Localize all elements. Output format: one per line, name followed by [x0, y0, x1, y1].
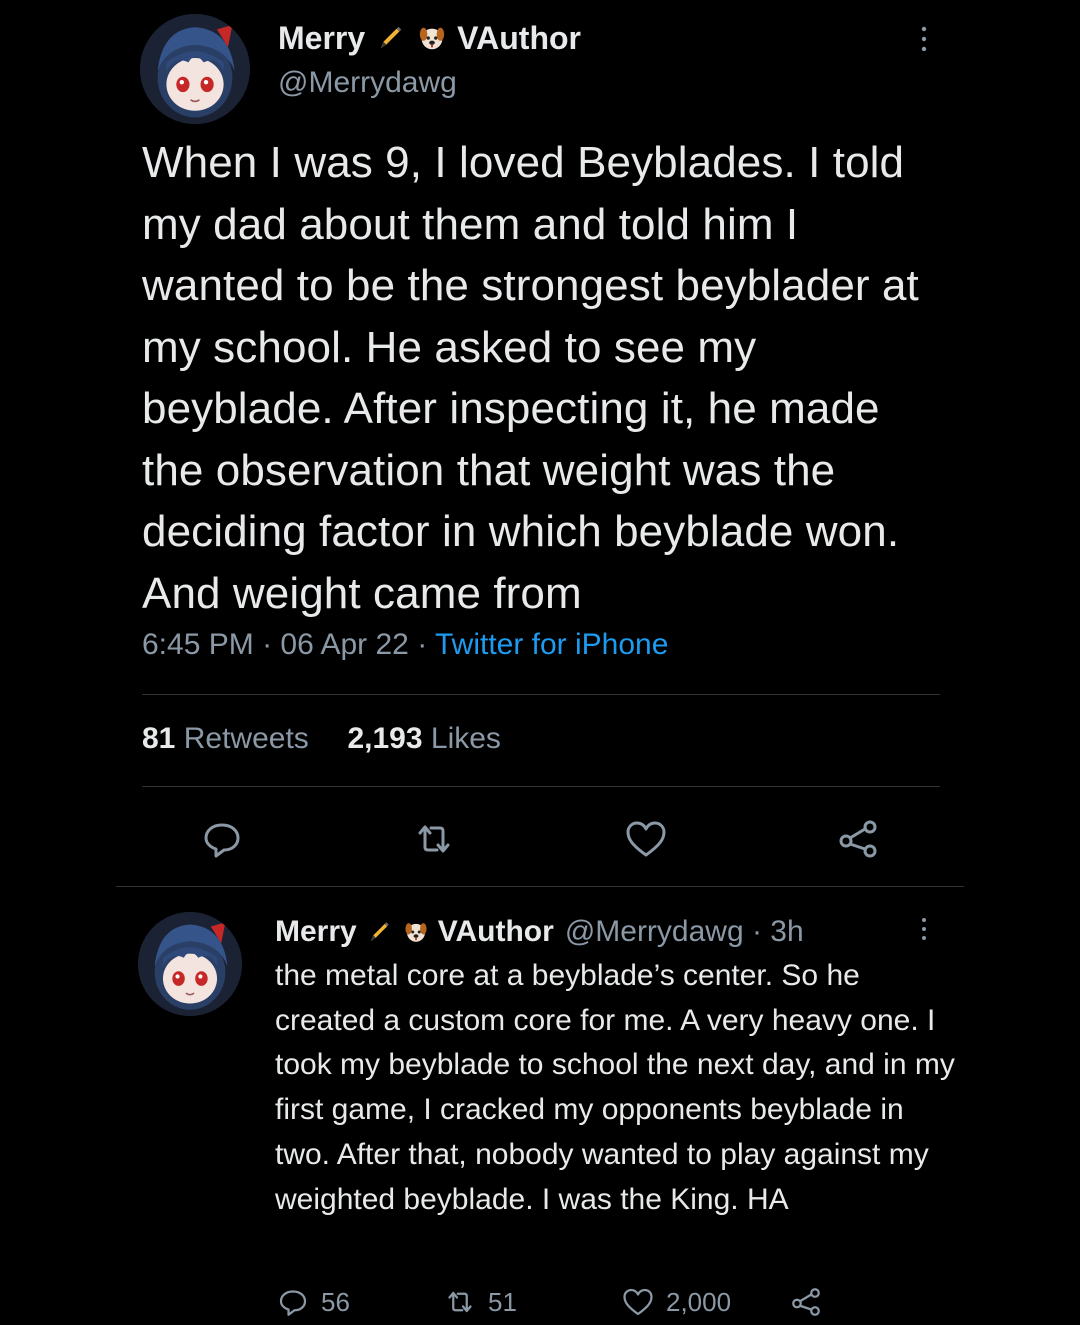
retweets-count: 81	[142, 722, 176, 755]
retweet-button[interactable]: 51	[442, 1284, 517, 1320]
like-icon	[623, 1288, 653, 1316]
more-icon[interactable]	[914, 914, 934, 944]
display-name[interactable]: Merry	[278, 20, 365, 57]
avatar[interactable]	[140, 14, 250, 124]
tweet-thread: Merry VAuthor @Merrydawg When I was 9, I…	[0, 0, 1080, 1325]
share-icon	[792, 1288, 820, 1316]
reply-handle-time[interactable]: @Merrydawg · 3h	[565, 915, 804, 949]
retweets-label: Retweets	[183, 722, 309, 755]
retweet-icon	[448, 1291, 472, 1313]
divider	[142, 694, 940, 695]
divider	[142, 786, 940, 787]
reply-button[interactable]: 56	[275, 1284, 350, 1320]
retweet-count: 51	[488, 1286, 517, 1317]
like-icon[interactable]	[622, 815, 670, 863]
pen-icon	[373, 21, 407, 55]
tweet-source[interactable]: Twitter for iPhone	[435, 628, 668, 661]
separator: ·	[262, 628, 281, 661]
author-badge-text: VAuthor	[457, 19, 581, 56]
tweet-meta: 6:45 PM · 06 Apr 22 · Twitter for iPhone	[142, 628, 668, 662]
tweet-text: When I was 9, I loved Beyblades. I told …	[142, 138, 919, 618]
avatar[interactable]	[138, 912, 242, 1016]
reply-text: the metal core at a beyblade’s center. S…	[275, 959, 955, 1216]
tweet-date[interactable]: 06 Apr 22	[280, 628, 408, 661]
reply-icon	[279, 1290, 307, 1316]
reply-header: Merry VAuthor @Merrydawg · 3h	[275, 910, 804, 954]
like-count: 2,000	[666, 1286, 732, 1317]
dog-face-icon	[415, 21, 449, 55]
share-icon[interactable]	[834, 815, 882, 863]
likes-count: 2,193	[347, 722, 423, 755]
reply-count: 56	[321, 1286, 350, 1317]
like-button[interactable]: 2,000	[620, 1284, 731, 1320]
likes-label: Likes	[430, 722, 501, 755]
separator: ·	[417, 628, 435, 661]
tweet-time[interactable]: 6:45 PM	[142, 628, 254, 661]
display-name[interactable]: Merry	[275, 915, 357, 949]
dog-face-icon	[401, 917, 431, 947]
likes-stat[interactable]: 2,193 Likes	[347, 722, 500, 755]
author-handle[interactable]: @Merrydawg	[278, 66, 457, 100]
more-icon[interactable]	[914, 22, 934, 56]
reply-icon[interactable]	[198, 815, 246, 863]
retweets-stat[interactable]: 81 Retweets	[142, 722, 309, 755]
retweet-icon[interactable]	[410, 815, 458, 863]
share-button[interactable]	[788, 1284, 824, 1320]
pen-icon	[364, 917, 394, 947]
author-badge-text: VAuthor	[437, 915, 554, 948]
author-name-row[interactable]: Merry VAuthor	[278, 18, 581, 58]
engagement-stats: 81 Retweets 2,193 Likes	[142, 722, 501, 756]
divider	[116, 886, 964, 887]
